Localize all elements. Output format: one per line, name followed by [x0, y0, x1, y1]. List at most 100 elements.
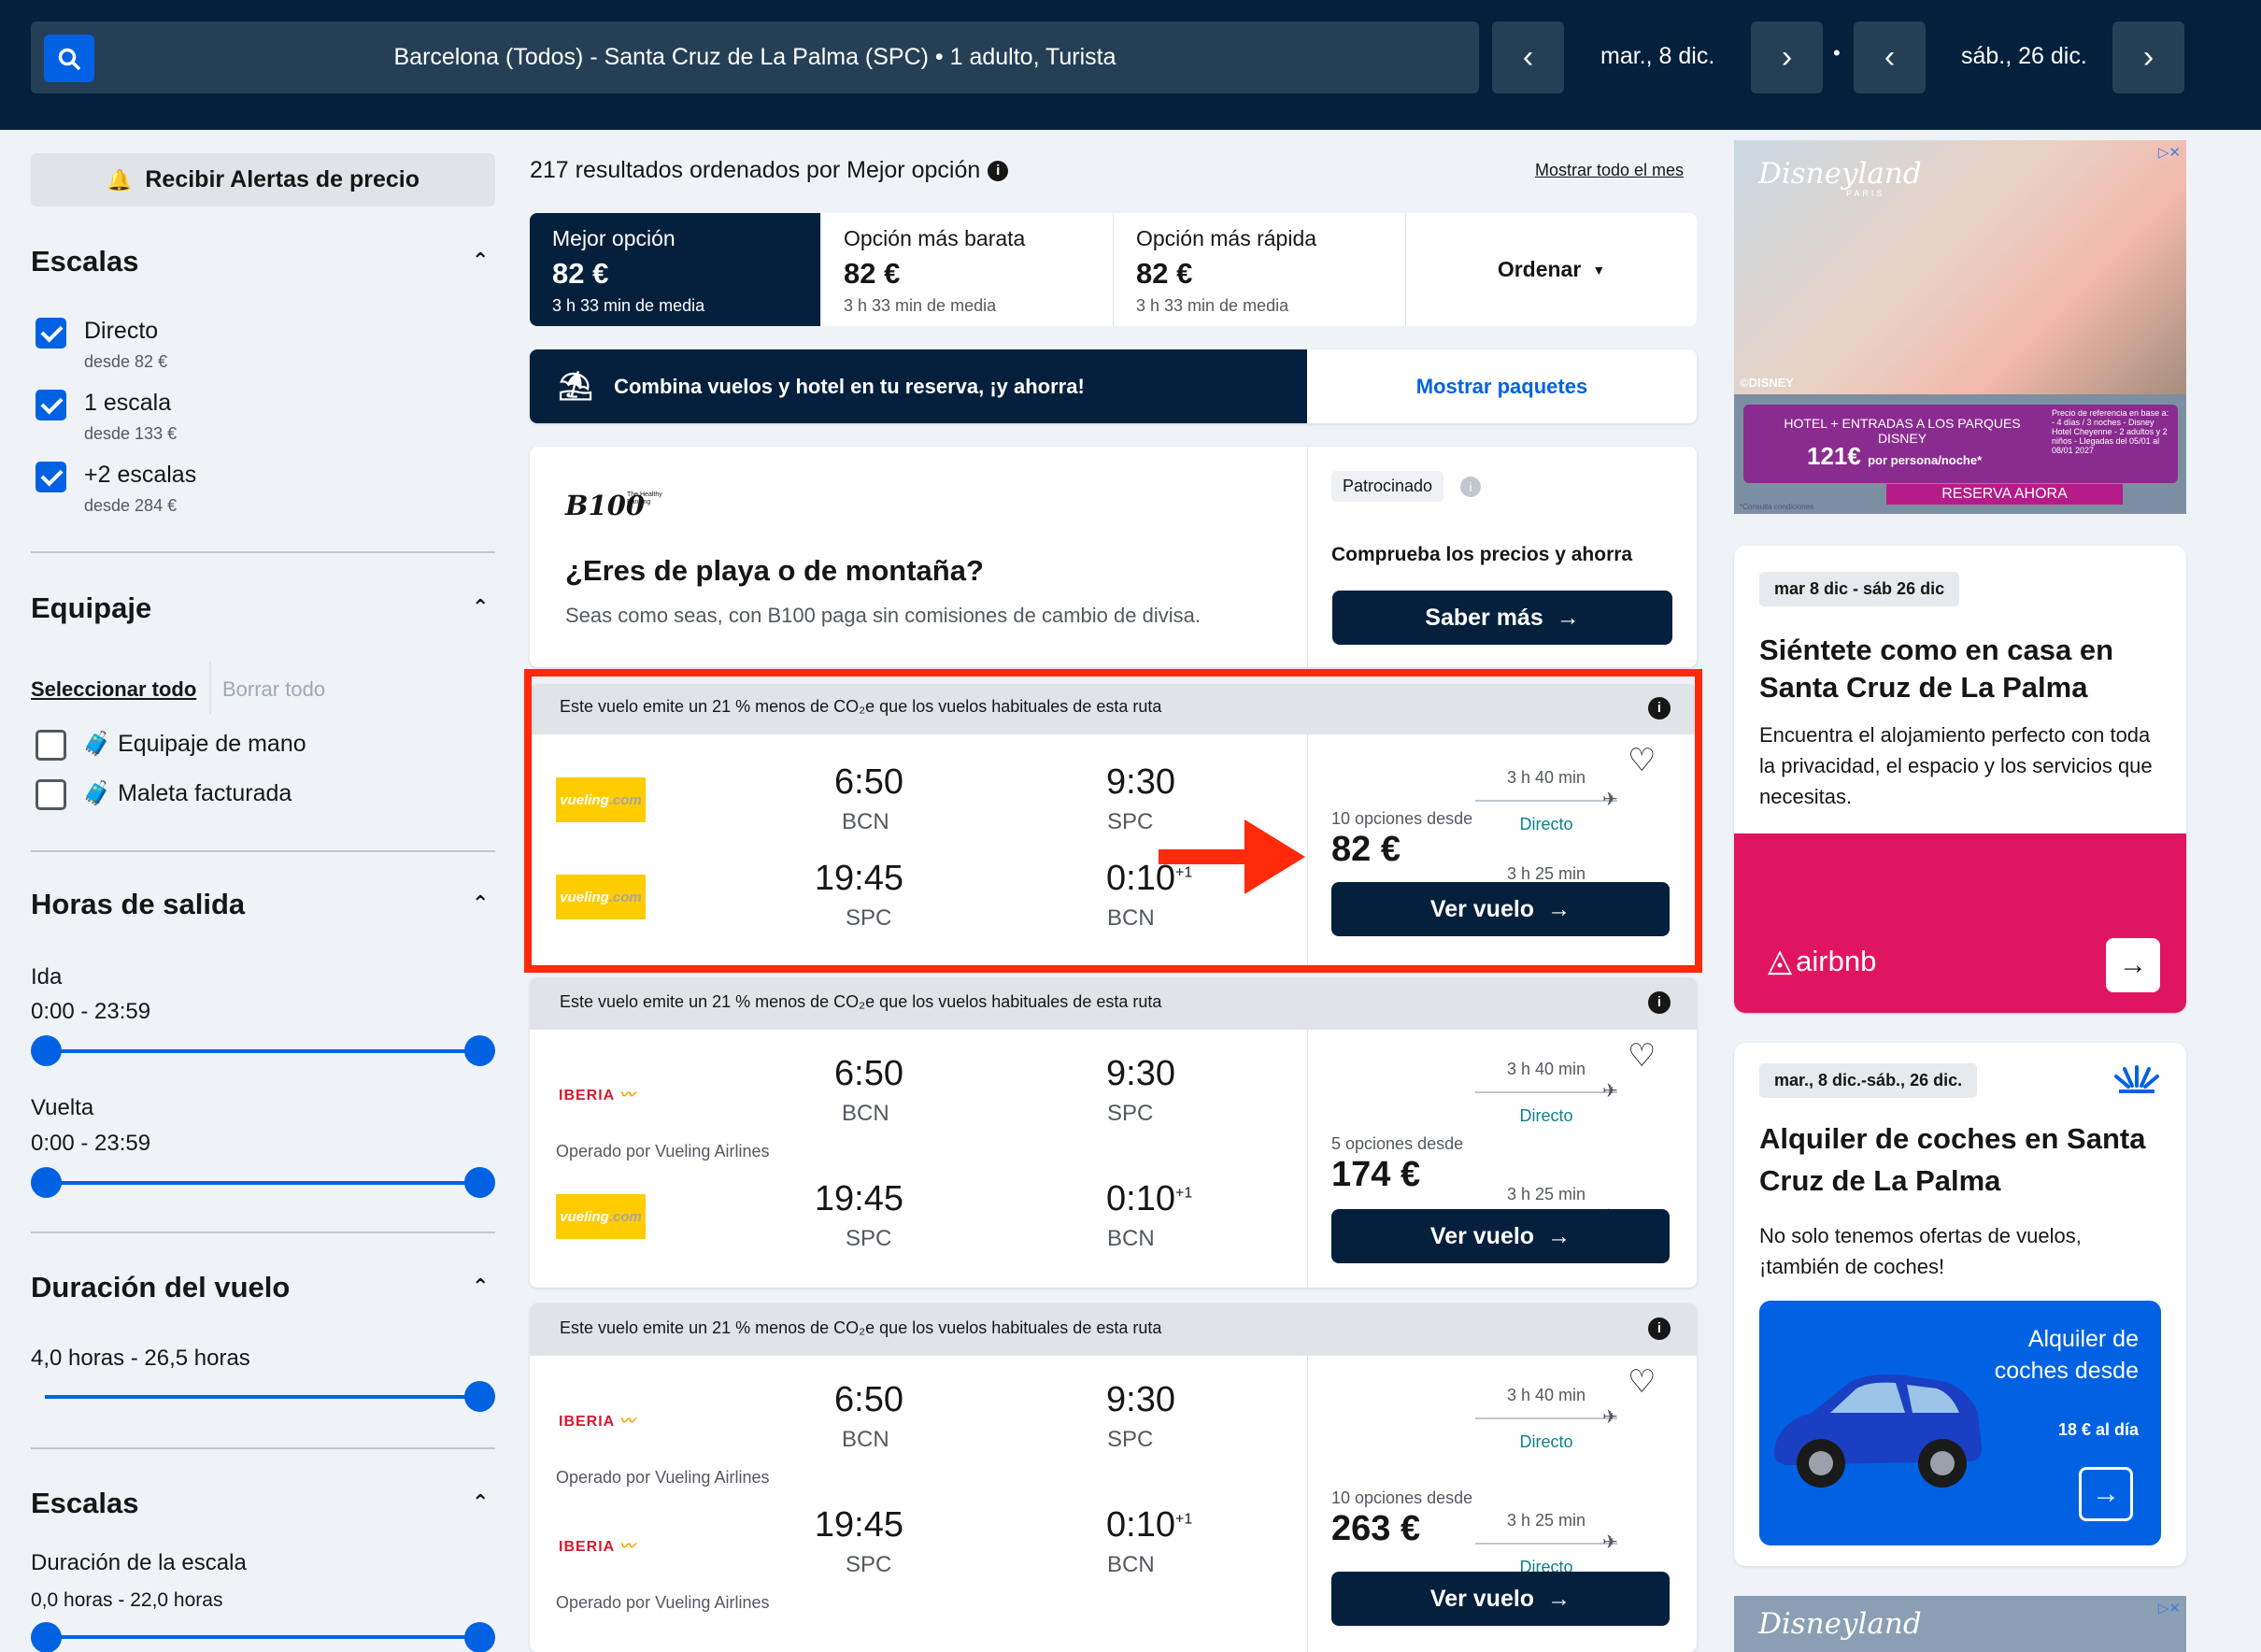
ad-promo-box: HOTEL + ENTRADAS A LOS PARQUES DISNEY 12…	[1743, 405, 2178, 483]
sponsored-title: ¿Eres de playa o de montaña?	[565, 554, 984, 587]
sponsored-ad-card[interactable]: B100 The Healthy Banking ¿Eres de playa …	[530, 447, 1697, 667]
airbnb-arrow-button[interactable]: →	[2106, 938, 2160, 992]
search-summary-text[interactable]: Barcelona (Todos) - Santa Cruz de La Pal…	[31, 44, 1479, 71]
disneyland-ad[interactable]: Disneyland PARIS ▷✕ ©DISNEY HOTEL + ENTR…	[1734, 140, 2186, 514]
bell-icon: 🔔	[106, 167, 133, 192]
flight-hotel-text: Combina vuelos y hotel en tu reserva, ¡y…	[614, 374, 1085, 398]
tab-price: 82 €	[844, 257, 901, 290]
sponsored-badge: Patrocinado	[1331, 471, 1444, 502]
chevron-up-icon[interactable]: ⌃	[472, 249, 489, 273]
car-rental-title: Alquiler de coches en Santa Cruz de La P…	[1759, 1122, 2146, 1197]
outbound-slider-track[interactable]	[45, 1049, 480, 1053]
car-rental-card[interactable]: mar., 8 dic.-sáb., 26 dic. Alquiler de c…	[1734, 1043, 2186, 1566]
route-line	[1475, 1543, 1617, 1545]
vueling-logo: vueling .com	[556, 1194, 646, 1239]
ad-book-now-button[interactable]: RESERVA AHORA	[1886, 484, 2123, 505]
arrow-right-icon: →	[1547, 1585, 1571, 1612]
tab-duration: 3 h 33 min de media	[552, 296, 705, 315]
flight-card-body: IBERIA 〰 Operado por Vueling Airlines 6:…	[530, 1356, 1697, 1652]
car-rental-arrow-button[interactable]: →	[2079, 1467, 2133, 1521]
tab-duration: 3 h 33 min de media	[844, 296, 997, 315]
date-tag: mar., 8 dic.-sáb., 26 dic.	[1759, 1063, 1978, 1098]
depart-next-day-button[interactable]: ›	[1751, 21, 1823, 93]
outbound-departure-time: 6:50	[834, 1380, 903, 1419]
outbound-slider-max-handle[interactable]	[464, 1035, 495, 1066]
arrow-right-icon: →	[2092, 1478, 2120, 1509]
stops-section-title: Escalas	[31, 245, 139, 278]
duration-slider-handle[interactable]	[464, 1381, 495, 1412]
duration-slider-track[interactable]	[45, 1395, 480, 1399]
return-slider-min-handle[interactable]	[31, 1167, 62, 1198]
select-all-link[interactable]: Seleccionar todo	[31, 677, 196, 702]
flight-result-card[interactable]: Este vuelo emite un 21 % menos de CO₂e q…	[530, 1303, 1697, 1652]
show-packages-link[interactable]: Mostrar paquetes	[1307, 349, 1697, 423]
view-flight-button[interactable]: Ver vuelo →	[1331, 1209, 1670, 1263]
return-prev-day-button[interactable]: ‹	[1854, 21, 1926, 93]
chevron-up-icon[interactable]: ⌃	[472, 1490, 489, 1515]
depart-date[interactable]: mar., 8 dic.	[1600, 43, 1714, 70]
sponsored-text: Seas como seas, con B100 paga sin comisi…	[565, 604, 1201, 627]
return-duration: 3 h 25 min	[1506, 1511, 1586, 1530]
info-icon[interactable]: i	[1648, 1317, 1671, 1340]
learn-more-button[interactable]: Saber más →	[1332, 591, 1672, 645]
stops-two-plus-checkbox[interactable]	[36, 462, 66, 492]
tab-cheapest[interactable]: Opción más barata 82 € 3 h 33 min de med…	[821, 213, 1114, 326]
outbound-stops: Directo	[1519, 1106, 1573, 1125]
info-icon[interactable]: i	[1460, 477, 1481, 497]
chevron-up-icon[interactable]: ⌃	[472, 891, 489, 916]
chevron-up-icon[interactable]: ⌃	[472, 595, 489, 620]
chevron-up-icon[interactable]: ⌃	[472, 1275, 489, 1299]
top-search-bar: Barcelona (Todos) - Santa Cruz de La Pal…	[0, 0, 2261, 130]
flight-result-card[interactable]: Este vuelo emite un 21 % menos de CO₂e q…	[530, 977, 1697, 1288]
stops-one-checkbox[interactable]	[36, 390, 66, 420]
return-slider-max-handle[interactable]	[464, 1167, 495, 1198]
car-rental-banner[interactable]: Alquiler de coches desde 18 € al día →	[1759, 1301, 2161, 1545]
view-flight-button[interactable]: Ver vuelo →	[1331, 1572, 1670, 1626]
duration-range: 4,0 horas - 26,5 horas	[31, 1346, 250, 1371]
outbound-slider-min-handle[interactable]	[31, 1035, 62, 1066]
layover-slider-max-handle[interactable]	[464, 1622, 495, 1652]
depart-prev-day-button[interactable]: ‹	[1492, 21, 1564, 93]
divider	[1307, 1356, 1308, 1652]
price-alert-button[interactable]: 🔔 Recibir Alertas de precio	[31, 153, 495, 206]
price-alert-label: Recibir Alertas de precio	[145, 166, 420, 192]
info-icon[interactable]: i	[988, 161, 1009, 182]
return-slider-track[interactable]	[45, 1181, 480, 1185]
flight-hotel-text-area: ⛱ Combina vuelos y hotel en tu reserva, …	[530, 349, 1307, 423]
sort-dropdown[interactable]: Ordenar ▼	[1406, 213, 1697, 326]
search-summary-box[interactable]: Barcelona (Todos) - Santa Cruz de La Pal…	[31, 21, 1479, 93]
disneyland-ad-bottom[interactable]: Disneyland ▷✕	[1734, 1596, 2186, 1652]
tab-best[interactable]: Mejor opción 82 € 3 h 33 min de media	[530, 213, 821, 326]
airbnb-promo-card[interactable]: mar 8 dic - sáb 26 dic Siéntete como en …	[1734, 546, 2186, 1013]
heart-icon[interactable]: ♡	[1628, 1037, 1656, 1075]
ad-choices-icon[interactable]: ▷✕	[2158, 1600, 2181, 1616]
tab-fastest[interactable]: Opción más rápida 82 € 3 h 33 min de med…	[1114, 213, 1406, 326]
car-banner-text: Alquiler de coches desde	[1994, 1326, 2139, 1384]
clear-all-link[interactable]: Borrar todo	[222, 677, 325, 702]
date-tag: mar 8 dic - sáb 26 dic	[1759, 572, 1960, 606]
chevron-left-icon: ‹	[1522, 39, 1534, 75]
divider	[31, 850, 495, 852]
show-whole-month-link[interactable]: Mostrar todo el mes	[1535, 161, 1684, 180]
return-next-day-button[interactable]: ›	[2112, 21, 2184, 93]
tab-price: 82 €	[552, 257, 609, 290]
stops-direct-checkbox[interactable]	[36, 318, 66, 349]
return-range: 0:00 - 23:59	[31, 1131, 151, 1156]
emissions-text: Este vuelo emite un 21 % menos de CO₂e q…	[560, 992, 1162, 1011]
layover-label: Duración de la escala	[31, 1550, 247, 1575]
ad-choices-icon[interactable]: ▷✕	[2158, 144, 2181, 161]
stops-direct-price: desde 82 €	[84, 352, 168, 371]
tab-duration: 3 h 33 min de media	[1136, 296, 1289, 315]
sponsored-cta-text: Comprueba los precios y ahorra	[1331, 544, 1633, 565]
flight-price: 174 €	[1331, 1155, 1421, 1194]
carry-on-checkbox[interactable]	[36, 730, 66, 761]
baggage-section-title: Equipaje	[31, 591, 152, 624]
checked-bag-checkbox[interactable]	[36, 779, 66, 810]
return-date[interactable]: sáb., 26 dic.	[1961, 43, 2087, 70]
layover-slider-min-handle[interactable]	[31, 1622, 62, 1652]
heart-icon[interactable]: ♡	[1628, 1363, 1656, 1401]
info-icon[interactable]: i	[1648, 991, 1671, 1014]
layover-slider-track[interactable]	[45, 1635, 480, 1639]
highlight-arrow-icon	[1159, 819, 1305, 894]
caret-down-icon: ▼	[1592, 262, 1606, 278]
